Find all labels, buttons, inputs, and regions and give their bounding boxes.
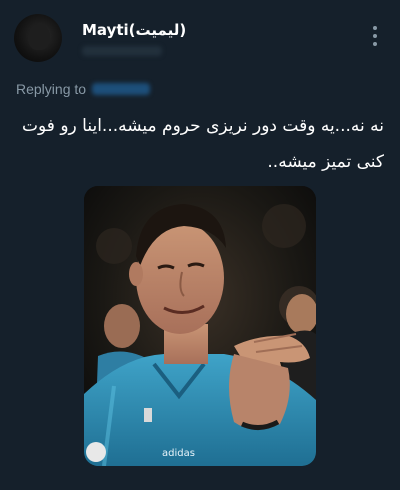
more-dot [373,26,377,30]
user-handle-redacted[interactable] [82,46,162,56]
replying-to-label: Replying to [16,81,87,97]
svg-text:adidas: adidas [162,448,195,459]
tweet-text: نه نه...یه وقت دور نریزی حروم میشه...این… [22,116,384,172]
more-dot [373,34,377,38]
more-dot [373,42,377,46]
soccer-player-photo-icon: adidas [84,186,316,466]
avatar-silhouette [28,24,50,50]
tweet-media-image[interactable]: adidas [84,186,316,466]
avatar[interactable] [14,14,62,62]
replying-to-line: Replying to [16,80,151,98]
display-name[interactable]: Mayti(لیمیت) [82,20,360,40]
more-options-icon[interactable] [372,26,378,46]
replying-to-handle-redacted[interactable] [92,83,151,95]
tweet-card: Mayti(لیمیت) Replying to نه نه...یه وقت … [0,0,400,490]
tweet-header: Mayti(لیمیت) [82,20,360,56]
